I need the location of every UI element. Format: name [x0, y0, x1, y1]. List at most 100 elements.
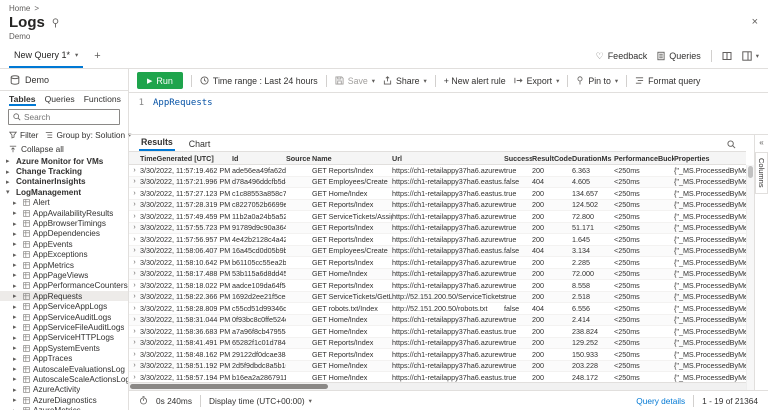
group-by-dropdown[interactable]: Group by: Solution ▾	[45, 130, 131, 140]
tree-item[interactable]: ▸ AppPageViews	[0, 270, 128, 280]
table-row[interactable]: › 3/30/2022, 11:58:06.407 PM 16a45cd0d05…	[129, 246, 746, 258]
tree-item[interactable]: ▸ ContainerInsights	[0, 177, 128, 187]
row-expand-icon[interactable]: ›	[129, 167, 140, 174]
row-expand-icon[interactable]: ›	[129, 259, 140, 266]
column-header-source[interactable]: Source	[286, 154, 312, 163]
sidebar-search[interactable]	[8, 109, 120, 125]
row-expand-icon[interactable]: ›	[129, 328, 140, 335]
format-query-button[interactable]: Format query	[635, 76, 700, 86]
tree-chevron-icon[interactable]: ▸	[13, 251, 20, 259]
feedback-button[interactable]: ♡ Feedback	[596, 51, 648, 62]
collapse-pane-icon[interactable]: «	[759, 138, 763, 147]
tree-item[interactable]: ▸ Alert	[0, 198, 128, 208]
table-row[interactable]: › 3/30/2022, 11:57:21.996 PM d78a496ddcf…	[129, 177, 746, 189]
tree-chevron-icon[interactable]: ▸	[6, 178, 13, 186]
tab-chart[interactable]: Chart	[187, 137, 213, 151]
tree-item[interactable]: ▸ AzureDiagnostics	[0, 395, 128, 405]
table-row[interactable]: › 3/30/2022, 11:57:27.123 PM c1c88553a85…	[129, 188, 746, 200]
collapse-all-button[interactable]: Collapse all	[0, 142, 128, 155]
tree-chevron-icon[interactable]: ▾	[6, 188, 13, 196]
column-header-success[interactable]: Success	[504, 154, 532, 163]
tree-item[interactable]: ▸ AppServiceAuditLogs	[0, 312, 128, 322]
tree-item[interactable]: ▸ AutoscaleScaleActionsLog	[0, 374, 128, 384]
time-range-button[interactable]: Time range : Last 24 hours	[200, 76, 318, 86]
table-row[interactable]: › 3/30/2022, 11:57:49.459 PM 11b2a0a24b5…	[129, 211, 746, 223]
row-expand-icon[interactable]: ›	[129, 178, 140, 185]
tree-item[interactable]: ▸ AzureActivity	[0, 385, 128, 395]
row-expand-icon[interactable]: ›	[129, 201, 140, 208]
scope-picker[interactable]: Demo	[0, 69, 128, 91]
tree-chevron-icon[interactable]: ▸	[13, 323, 20, 331]
row-expand-icon[interactable]: ›	[129, 339, 140, 346]
vertical-scrollbar[interactable]	[746, 165, 754, 390]
tab-new-query[interactable]: New Query 1* ▾	[9, 44, 83, 68]
vertical-scrollbar-thumb[interactable]	[748, 166, 753, 178]
column-header-performancebucket[interactable]: PerformanceBucket	[614, 154, 674, 163]
queries-button[interactable]: Queries	[657, 51, 701, 61]
table-row[interactable]: › 3/30/2022, 11:58:48.162 PM 29122df0dca…	[129, 349, 746, 361]
pin-to-button[interactable]: Pin to ▾	[576, 76, 618, 86]
tree-chevron-icon[interactable]: ▸	[13, 303, 20, 311]
tree-chevron-icon[interactable]: ▸	[13, 261, 20, 269]
query-details-link[interactable]: Query details	[636, 396, 685, 406]
row-expand-icon[interactable]: ›	[129, 282, 140, 289]
tab-functions[interactable]: Functions	[84, 94, 121, 106]
table-row[interactable]: › 3/30/2022, 11:58:41.491 PM 65282f1c01d…	[129, 338, 746, 350]
row-expand-icon[interactable]: ›	[129, 305, 140, 312]
tree-item[interactable]: ▸ AppServiceAppLogs	[0, 301, 128, 311]
column-header-timegenerated[interactable]: TimeGenerated [UTC]	[140, 154, 232, 163]
book-icon[interactable]	[722, 51, 732, 61]
layout-picker-button[interactable]: ▾	[742, 51, 759, 61]
table-row[interactable]: › 3/30/2022, 11:57:56.957 PM 4e42b2128c4…	[129, 234, 746, 246]
row-expand-icon[interactable]: ›	[129, 362, 140, 369]
row-expand-icon[interactable]: ›	[129, 236, 140, 243]
filter-button[interactable]: Filter	[9, 130, 38, 140]
tree-chevron-icon[interactable]: ▸	[13, 209, 20, 217]
tree-chevron-icon[interactable]: ▸	[13, 355, 20, 363]
table-row[interactable]: › 3/30/2022, 11:58:22.366 PM 1692d2ee21f…	[129, 292, 746, 304]
tree-chevron-icon[interactable]: ▸	[13, 292, 20, 300]
breadcrumb-home-link[interactable]: Home	[9, 4, 30, 13]
column-header-url[interactable]: Url	[392, 154, 504, 163]
tab-queries[interactable]: Queries	[45, 94, 75, 106]
row-expand-icon[interactable]: ›	[129, 224, 140, 231]
tree-chevron-icon[interactable]: ▸	[13, 344, 20, 352]
row-expand-icon[interactable]: ›	[129, 293, 140, 300]
tree-item[interactable]: ▸ AppRequests	[0, 291, 128, 301]
tree-item[interactable]: ▸ Azure Monitor for VMs	[0, 156, 128, 166]
tree-item[interactable]: ▸ AppBrowserTimings	[0, 218, 128, 228]
tree-chevron-icon[interactable]: ▸	[6, 157, 13, 165]
horizontal-scrollbar[interactable]	[129, 382, 746, 390]
table-row[interactable]: › 3/30/2022, 11:58:51.192 PM 2d5f9dbdc8a…	[129, 361, 746, 373]
tree-chevron-icon[interactable]: ▸	[13, 407, 20, 410]
table-row[interactable]: › 3/30/2022, 11:58:31.044 PM 0f93bc8c0ff…	[129, 315, 746, 327]
tree-item[interactable]: ▸ AppDependencies	[0, 229, 128, 239]
tree-chevron-icon[interactable]: ▸	[13, 365, 20, 373]
tree-chevron-icon[interactable]: ▸	[13, 375, 20, 383]
tree-item[interactable]: ▾ LogManagement	[0, 187, 128, 197]
tree-chevron-icon[interactable]: ▸	[13, 313, 20, 321]
tree-item[interactable]: ▸ AppEvents	[0, 239, 128, 249]
columns-pane-tab[interactable]: Columns	[755, 152, 768, 194]
display-time-dropdown[interactable]: Display time (UTC+00:00) ▾	[209, 396, 312, 406]
tree-chevron-icon[interactable]: ▸	[6, 168, 13, 176]
query-editor[interactable]: 1 AppRequests	[129, 93, 768, 135]
new-tab-button[interactable]: +	[90, 50, 104, 62]
save-button[interactable]: Save ▾	[335, 76, 375, 86]
close-icon[interactable]: ×	[752, 16, 758, 28]
export-button[interactable]: Export ▾	[514, 76, 560, 86]
search-results-icon[interactable]	[727, 140, 736, 149]
tree-item[interactable]: ▸ AppPerformanceCounters	[0, 281, 128, 291]
tree-chevron-icon[interactable]: ▸	[13, 396, 20, 404]
row-expand-icon[interactable]: ›	[129, 316, 140, 323]
tree-chevron-icon[interactable]: ▸	[13, 240, 20, 248]
tree-chevron-icon[interactable]: ▸	[13, 220, 20, 228]
horizontal-scrollbar-thumb[interactable]	[130, 384, 328, 389]
tree-chevron-icon[interactable]: ▸	[13, 334, 20, 342]
search-input[interactable]	[24, 112, 115, 122]
tree-chevron-icon[interactable]: ▸	[13, 282, 20, 290]
pin-icon[interactable]	[51, 18, 60, 28]
tree-item[interactable]: ▸ AppAvailabilityResults	[0, 208, 128, 218]
table-row[interactable]: › 3/30/2022, 11:58:57.194 PM b16ea2a2867…	[129, 372, 746, 382]
tree-item[interactable]: ▸ AppTraces	[0, 353, 128, 363]
